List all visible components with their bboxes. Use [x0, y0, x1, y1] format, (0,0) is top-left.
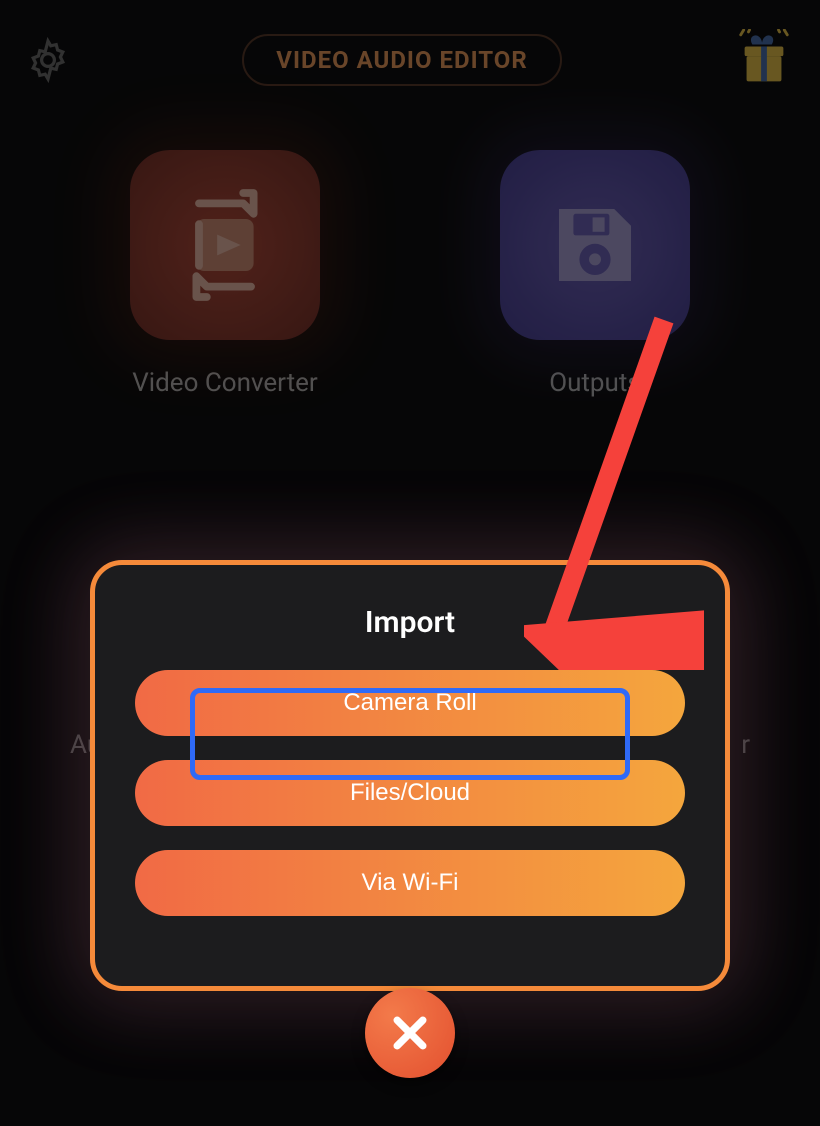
camera-roll-button[interactable]: Camera Roll: [135, 670, 685, 736]
files-cloud-button[interactable]: Files/Cloud: [135, 760, 685, 826]
close-icon: [388, 1011, 432, 1055]
close-button[interactable]: [365, 988, 455, 1078]
import-modal: Import Camera Roll Files/Cloud Via Wi-Fi: [90, 560, 730, 991]
via-wifi-button[interactable]: Via Wi-Fi: [135, 850, 685, 916]
import-title: Import: [135, 605, 685, 640]
